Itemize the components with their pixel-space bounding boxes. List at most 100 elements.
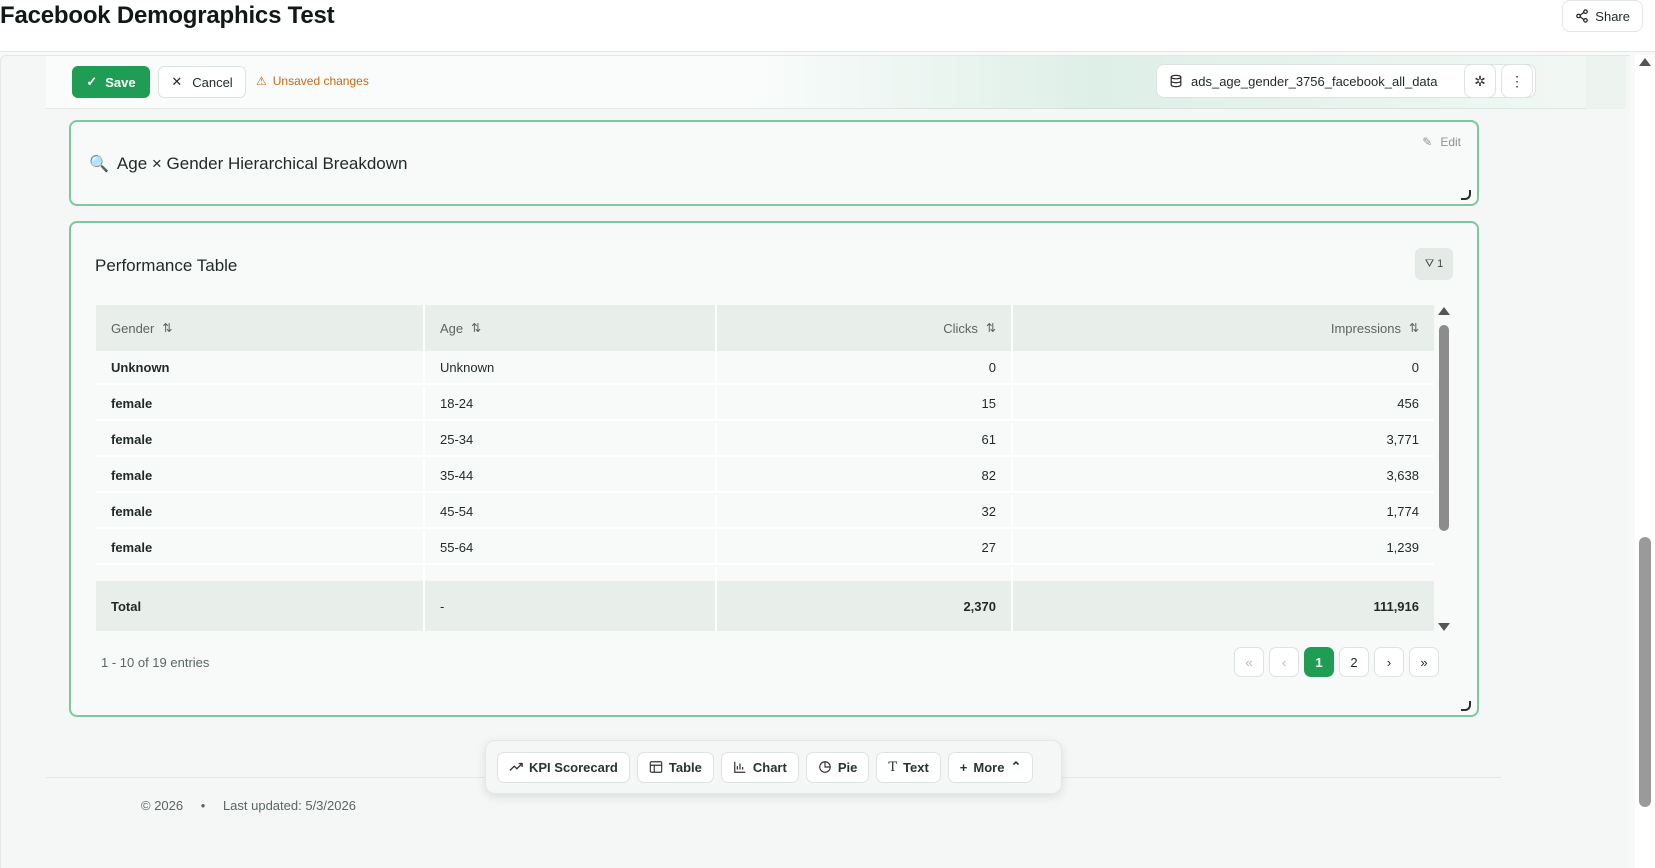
table-widget[interactable]: Performance Table ⛛ 1 Gender ⇅ Age ⇅ Click… — [69, 221, 1479, 717]
page-scroll-thumb[interactable] — [1639, 537, 1651, 807]
total-impressions: 111,916 — [1373, 598, 1419, 614]
save-button[interactable]: ✓ Save — [72, 66, 150, 98]
table-row[interactable]: female 25-34 61 3,771 — [96, 423, 1434, 457]
add-pie-button[interactable]: Pie — [805, 751, 870, 783]
save-label: Save — [105, 74, 136, 90]
table-scrollbar[interactable] — [1437, 307, 1451, 631]
page-button-2[interactable]: 2 — [1339, 647, 1369, 677]
copyright: © 2026 — [141, 798, 184, 813]
column-header-gender[interactable]: Gender ⇅ — [96, 305, 425, 351]
cell-clicks: 61 — [717, 423, 1013, 455]
table-row[interactable]: Unknown Unknown 0 0 — [96, 351, 1434, 385]
cell-age: 18-24 — [425, 387, 717, 419]
add-kpi-scorecard-button[interactable]: KPI Scorecard — [497, 751, 630, 783]
sort-icon: ⇅ — [985, 321, 996, 335]
datasource-value: ads_age_gender_3756_facebook_all_data — [1191, 73, 1438, 89]
prev-page-button[interactable]: ‹ — [1269, 647, 1299, 677]
sort-icon: ⇅ — [1408, 321, 1419, 335]
total-clicks: 2,370 — [717, 581, 1013, 631]
cell-impressions: 456 — [1397, 395, 1419, 411]
top-bar: Facebook Demographics Test Share — [0, 0, 1655, 52]
cell-age: 45-54 — [425, 495, 717, 527]
bar-chart-icon — [734, 761, 746, 773]
column-label: Gender — [111, 320, 155, 336]
cell-impressions: 0 — [1411, 359, 1419, 375]
scroll-up-icon[interactable] — [1639, 58, 1651, 66]
scroll-up-icon[interactable] — [1438, 307, 1450, 315]
first-page-button[interactable]: « — [1234, 647, 1264, 677]
cell-clicks: 27 — [717, 531, 1013, 563]
add-widget-toolbar: KPI Scorecard Table Chart Pie T Text + M… — [485, 740, 1062, 794]
button-label: Table — [668, 759, 702, 775]
table-row[interactable]: female 18-24 15 456 — [96, 387, 1434, 421]
page-scrollbar[interactable] — [1635, 55, 1655, 868]
cell-impressions: 1,239 — [1386, 539, 1419, 555]
table-row[interactable]: female 45-54 32 1,774 — [96, 495, 1434, 529]
chevron-right-icon: › — [1386, 654, 1392, 670]
table-title: Performance Table — [95, 256, 238, 275]
last-updated: Last updated: 5/3/2026 — [222, 798, 356, 813]
sparkle-icon: ✲ — [1474, 72, 1486, 89]
column-header-impressions[interactable]: Impressions ⇅ — [1013, 305, 1434, 351]
cell-impressions: 1,774 — [1386, 503, 1419, 519]
cell-age: Unknown — [425, 351, 717, 383]
column-header-clicks[interactable]: Clicks ⇅ — [717, 305, 1013, 351]
magic-wand-button[interactable]: ✲ — [1464, 64, 1496, 98]
unsaved-label: Unsaved changes — [272, 74, 369, 88]
magnifier-icon: 🔍 — [89, 156, 109, 173]
footer-separator: • — [200, 798, 206, 813]
column-label: Impressions — [1330, 320, 1401, 336]
resize-handle[interactable] — [1461, 190, 1471, 200]
filter-button[interactable]: ⛛ 1 — [1415, 248, 1453, 280]
share-icon — [1576, 9, 1589, 23]
share-button[interactable]: Share — [1562, 0, 1643, 32]
scroll-thumb[interactable] — [1439, 325, 1449, 531]
page-title: Facebook Demographics Test — [0, 2, 335, 29]
chevron-up-icon: ⌃ — [1010, 759, 1022, 774]
edit-button[interactable]: ✎ Edit — [1422, 135, 1461, 149]
column-header-age[interactable]: Age ⇅ — [425, 305, 717, 351]
title-widget[interactable]: 🔍 Age × Gender Hierarchical Breakdown ✎ … — [69, 120, 1479, 206]
column-label: Age — [440, 320, 464, 336]
cancel-button[interactable]: ✕ Cancel — [158, 66, 246, 98]
cell-clicks: 0 — [717, 351, 1013, 383]
page-button-1[interactable]: 1 — [1304, 647, 1334, 677]
total-age: - — [425, 581, 717, 631]
resize-handle[interactable] — [1461, 701, 1471, 711]
double-chevron-left-icon: « — [1245, 654, 1253, 670]
last-page-button[interactable]: » — [1409, 647, 1439, 677]
cell-gender: female — [96, 423, 425, 455]
cell-clicks: 15 — [717, 387, 1013, 419]
pagination: « ‹ 1 2 › » — [1234, 647, 1439, 677]
check-icon: ✓ — [86, 74, 98, 89]
add-text-button[interactable]: T Text — [876, 751, 941, 783]
button-label: Text — [903, 759, 929, 775]
chevron-left-icon: ‹ — [1281, 654, 1287, 670]
add-table-button[interactable]: Table — [636, 751, 714, 783]
vertical-dots-icon: ⋮ — [1510, 72, 1524, 89]
cell-impressions: 3,638 — [1386, 467, 1419, 483]
entries-info: 1 - 10 of 19 entries — [101, 655, 210, 670]
add-chart-button[interactable]: Chart — [720, 751, 799, 783]
double-chevron-right-icon: » — [1420, 654, 1428, 670]
data-table: Gender ⇅ Age ⇅ Clicks ⇅ Impressions ⇅ Unknow… — [96, 305, 1434, 635]
table-row[interactable]: female 35-44 82 3,638 — [96, 459, 1434, 493]
more-options-button[interactable]: ⋮ — [1501, 64, 1533, 98]
button-label: More — [973, 759, 1005, 775]
table-row[interactable]: female 55-64 27 1,239 — [96, 531, 1434, 565]
next-page-button[interactable]: › — [1374, 647, 1404, 677]
trending-up-icon — [509, 762, 523, 771]
cell-gender: female — [96, 495, 425, 527]
sort-icon: ⇅ — [162, 321, 173, 335]
warning-icon: ⚠ — [256, 74, 267, 88]
pencil-icon: ✎ — [1422, 135, 1433, 149]
button-label: Chart — [752, 759, 787, 775]
cell-age: 55-64 — [425, 531, 717, 563]
cell-age: 25-34 — [425, 423, 717, 455]
table-icon — [649, 761, 663, 773]
more-widgets-button[interactable]: + More ⌃ — [947, 751, 1034, 783]
footer: © 2026 • Last updated: 5/3/2026 — [141, 798, 356, 813]
total-row: Total - 2,370 111,916 — [96, 581, 1434, 631]
unsaved-indicator: ⚠ Unsaved changes — [256, 74, 369, 88]
scroll-down-icon[interactable] — [1438, 623, 1450, 631]
